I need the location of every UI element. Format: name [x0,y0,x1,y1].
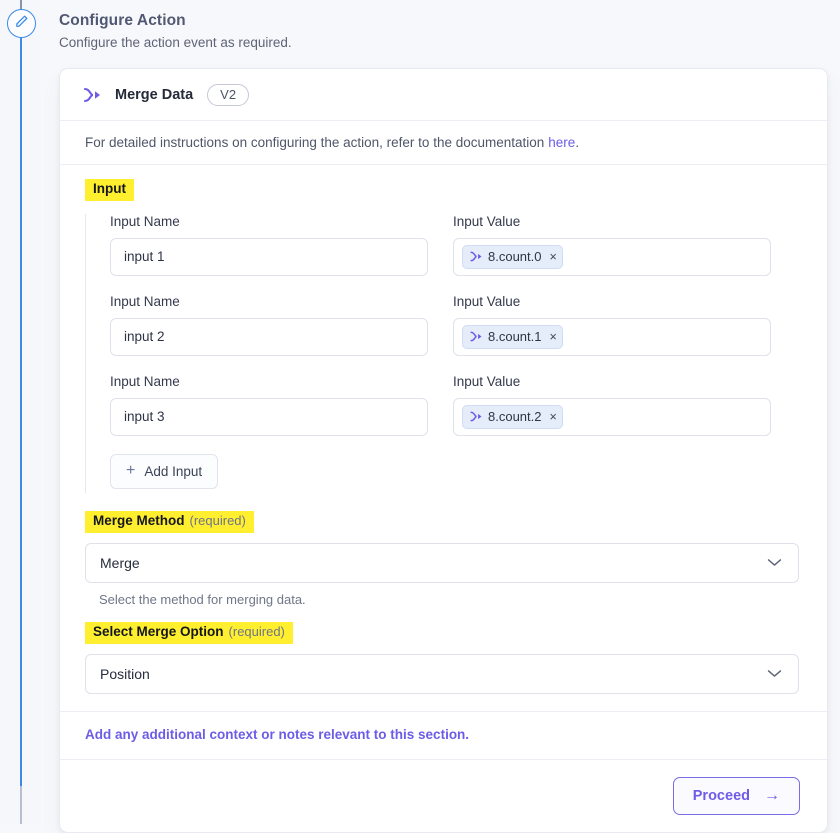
input-value-field-group: Input Value 8.count.0 × [453,214,771,276]
input-value-field-group: Input Value 8.count.2 × [453,374,771,436]
merge-option-label-text: Select Merge Option [93,623,224,639]
merge-method-hint: Select the method for merging data. [99,591,306,607]
input-rows-group: Input Name input 1 Input Value 8.count.0… [85,213,827,493]
chevron-down-icon [766,555,783,571]
timeline-rail [0,0,41,824]
input-name-input[interactable]: input 2 [110,317,428,356]
notes-strip: Add any additional context or notes rele… [60,710,827,760]
input-section-label: Input [85,179,134,201]
input-row: Input Name input 1 Input Value 8.count.0… [110,214,827,276]
remove-token-icon[interactable]: × [550,411,557,424]
page-title: Configure Action [59,12,186,29]
timeline-line-inactive [20,786,22,824]
input-name-input[interactable]: input 1 [110,237,428,276]
plus-icon: + [126,462,136,480]
merge-option-required-flag: (required) [228,623,285,639]
merge-method-block: Merge Method (required) Merge Select the … [60,510,827,607]
value-token-chip[interactable]: 8.count.1 × [462,324,563,349]
merge-method-label: Merge Method (required) [85,510,254,533]
arrow-right-icon: → [764,786,780,804]
documentation-text: For detailed instructions on configuring… [85,135,545,150]
merge-data-icon [469,331,483,342]
input-value-input[interactable]: 8.count.1 × [453,317,771,356]
documentation-strip: For detailed instructions on configuring… [60,121,827,165]
timeline-line-active [20,38,22,786]
merge-option-block: Select Merge Option (required) Position [60,621,827,694]
remove-token-icon[interactable]: × [550,331,557,344]
merge-data-icon [82,87,102,103]
page-subtitle: Configure the action event as required. [59,35,292,50]
card-footer: Proceed → [60,760,827,832]
pencil-icon [14,14,29,34]
page-header: Configure Action Configure the action ev… [59,12,799,50]
input-name-input[interactable]: input 3 [110,397,428,436]
merge-option-label: Select Merge Option (required) [85,621,293,644]
input-name-label: Input Name [110,213,180,229]
input-value-input[interactable]: 8.count.0 × [453,237,771,276]
input-value-field-group: Input Value 8.count.1 × [453,294,771,356]
add-input-button[interactable]: + Add Input [110,453,219,489]
card-title: Merge Data [115,86,194,103]
card-header: Merge Data V2 [60,69,827,121]
merge-method-label-text: Merge Method [93,512,185,528]
merge-method-selected-value: Merge [100,554,140,571]
chevron-down-icon [766,666,783,682]
value-token-chip[interactable]: 8.count.0 × [462,244,563,269]
value-token-label: 8.count.2 [488,409,542,425]
input-name-field-group: Input Name input 3 [110,374,428,436]
merge-data-icon [469,251,483,262]
merge-option-selected-value: Position [100,665,150,682]
input-row: Input Name input 2 Input Value 8.count.1… [110,294,827,356]
configure-action-card: Merge Data V2 For detailed instructions … [59,68,828,833]
merge-option-select[interactable]: Position [85,653,799,694]
input-value-input[interactable]: 8.count.2 × [453,397,771,436]
add-input-label: Add Input [144,463,203,479]
input-name-field-group: Input Name input 1 [110,214,428,276]
card-body: Input Input Name input 1 Input Value 8.c… [60,165,827,832]
input-name-label: Input Name [110,373,180,389]
input-name-label: Input Name [110,293,180,309]
value-token-label: 8.count.1 [488,329,542,345]
version-badge: V2 [207,83,250,106]
documentation-link[interactable]: here [548,135,575,150]
proceed-button[interactable]: Proceed → [672,776,800,815]
proceed-label: Proceed [692,787,750,804]
value-token-chip[interactable]: 8.count.2 × [462,404,563,429]
merge-method-select[interactable]: Merge [85,542,799,583]
input-value-label: Input Value [453,213,521,229]
add-notes-link[interactable]: Add any additional context or notes rele… [85,727,469,742]
input-row: Input Name input 3 Input Value 8.count.2… [110,374,827,436]
input-name-field-group: Input Name input 2 [110,294,428,356]
value-token-label: 8.count.0 [488,249,542,265]
merge-data-icon [469,411,483,422]
merge-method-required-flag: (required) [189,512,246,528]
remove-token-icon[interactable]: × [550,251,557,264]
documentation-period: . [575,135,580,150]
input-value-label: Input Value [453,293,521,309]
edit-step-badge[interactable] [7,9,36,38]
input-value-label: Input Value [453,373,521,389]
